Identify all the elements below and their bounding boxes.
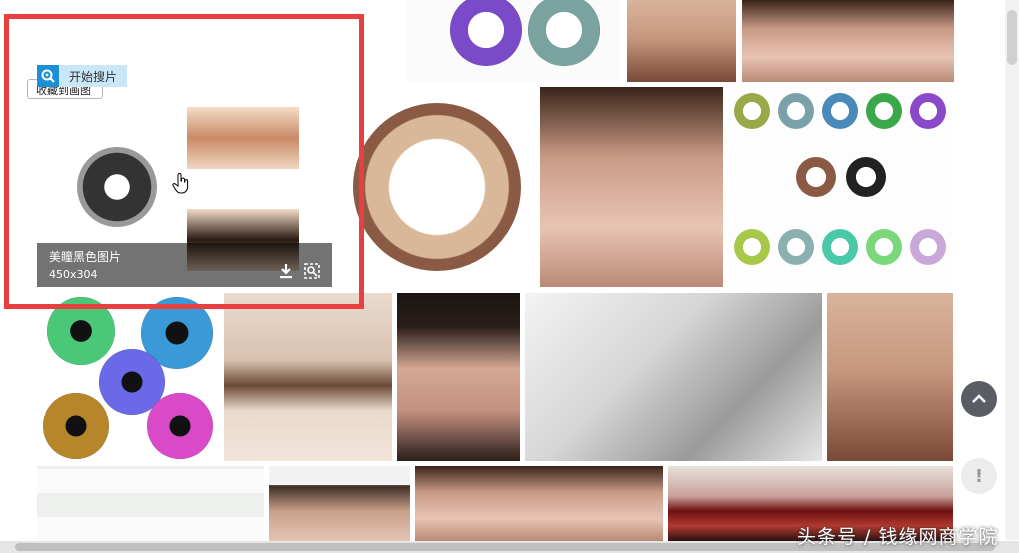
image-placeholder (827, 293, 953, 461)
lens-small (846, 157, 886, 197)
image-thumb-lens-catalog[interactable] (37, 466, 264, 541)
image-thumb-woman-pose[interactable] (827, 293, 953, 461)
lens-small (822, 229, 858, 265)
image-search-page: { "overlay": { "search_label": "开始搜片", "… (0, 0, 1019, 553)
image-placeholder (397, 293, 520, 461)
lens-small (866, 93, 902, 129)
similar-search-icon[interactable] (304, 263, 320, 279)
search-image-button[interactable]: 开始搜片 (37, 65, 127, 87)
lens-small (866, 229, 902, 265)
magnifier-icon (37, 65, 59, 87)
image-thumb-eye-bw[interactable] (525, 293, 822, 461)
image-placeholder (224, 293, 392, 461)
image-placeholder (415, 466, 663, 541)
image-placeholder (525, 293, 822, 461)
lens-pink (147, 393, 213, 459)
lens-black (77, 147, 157, 227)
lens-amber (43, 393, 109, 459)
chevron-up-icon (972, 394, 986, 403)
image-placeholder (627, 0, 736, 82)
caption-size: 450x304 (49, 268, 98, 281)
image-thumb-eye-closeup-brown[interactable] (224, 293, 392, 461)
image-thumb-woman-portrait[interactable] (540, 87, 723, 287)
lens-small (822, 93, 858, 129)
image-thumb-eyecount-ad[interactable] (269, 466, 410, 541)
download-icon[interactable] (278, 263, 294, 279)
feedback-button[interactable]: ! (961, 458, 997, 494)
exclamation-icon: ! (974, 465, 984, 487)
image-thumb-woman-tiara[interactable] (415, 466, 663, 541)
image-placeholder (540, 87, 723, 287)
image-thumb-woman-hand[interactable] (627, 0, 736, 82)
image-thumb-woman-lips[interactable] (742, 0, 954, 82)
lens-small (910, 93, 946, 129)
search-image-label: 开始搜片 (69, 70, 118, 84)
caption-title[interactable]: 美瞳黑色图片 (49, 248, 121, 265)
lens-small (796, 157, 836, 197)
hand-cursor-icon (172, 172, 190, 194)
back-to-top-button[interactable] (961, 381, 997, 417)
vertical-scrollbar-thumb[interactable] (1007, 10, 1017, 65)
lens-green (47, 297, 115, 365)
image-placeholder (37, 466, 264, 541)
image-thumb-woman-dark-hair[interactable] (397, 293, 520, 461)
image-thumb-lens-chart[interactable] (728, 87, 953, 287)
lens-small (778, 93, 814, 129)
lens-small (734, 93, 770, 129)
image-thumb-lens-brown[interactable] (337, 87, 535, 287)
lens-brown (353, 103, 521, 271)
vertical-scrollbar[interactable] (1005, 0, 1019, 540)
image-thumb-lens-purple-grey[interactable] (406, 0, 620, 82)
watermark-text: 头条号 / 钱缘网商学院 (797, 526, 999, 548)
image-thumb-colorful-lenses[interactable] (37, 293, 219, 461)
before-eye-image (187, 107, 299, 169)
lens-small (778, 229, 814, 265)
lens-small (734, 229, 770, 265)
lens-small (910, 229, 946, 265)
image-placeholder (742, 0, 954, 82)
image-placeholder (269, 466, 410, 541)
